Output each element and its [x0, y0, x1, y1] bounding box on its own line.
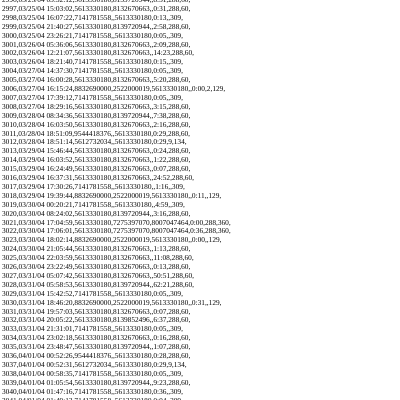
- document-page: 2996,03/25/04 03:32:12,5613330180,813972…: [0, 0, 400, 400]
- record-line: 3041,04/01/04 01:49:13,7141781558,,56133…: [2, 395, 183, 400]
